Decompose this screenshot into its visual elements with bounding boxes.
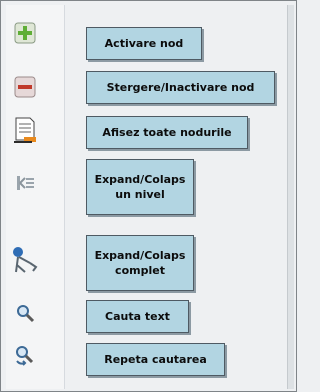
- magnifier-icon: [15, 303, 35, 327]
- search-text-button[interactable]: [11, 301, 39, 329]
- show-all-nodes-button[interactable]: [11, 116, 39, 148]
- delete-node-tooltip: Stergere/Inactivare nod: [86, 71, 275, 104]
- expand-collapse-level-button[interactable]: [11, 171, 39, 199]
- repeat-search-tooltip: Repeta cautarea: [86, 343, 225, 376]
- tree-expand-icon: [14, 172, 36, 198]
- expand-collapse-full-tooltip: Expand/Colaps complet: [86, 235, 194, 291]
- document-list-icon: [12, 116, 38, 148]
- show-all-nodes-tooltip: Afisez toate nodurile: [86, 116, 248, 149]
- expand-collapse-level-tooltip: Expand/Colaps un nivel: [86, 159, 194, 215]
- repeat-search-button[interactable]: [11, 343, 39, 371]
- panel-edge: [287, 5, 294, 389]
- plus-icon: [14, 22, 36, 48]
- expand-collapse-full-button[interactable]: [11, 245, 39, 279]
- search-repeat-icon: [14, 344, 36, 370]
- tree-toolbar-panel: Activare nod Stergere/Inactivare nod Afi…: [0, 0, 297, 392]
- minus-icon: [14, 76, 36, 102]
- branch-expand-icon: [11, 245, 39, 279]
- activate-node-tooltip: Activare nod: [86, 27, 202, 60]
- activate-node-button[interactable]: [11, 21, 39, 49]
- search-text-tooltip: Cauta text: [86, 300, 189, 333]
- delete-node-button[interactable]: [11, 75, 39, 103]
